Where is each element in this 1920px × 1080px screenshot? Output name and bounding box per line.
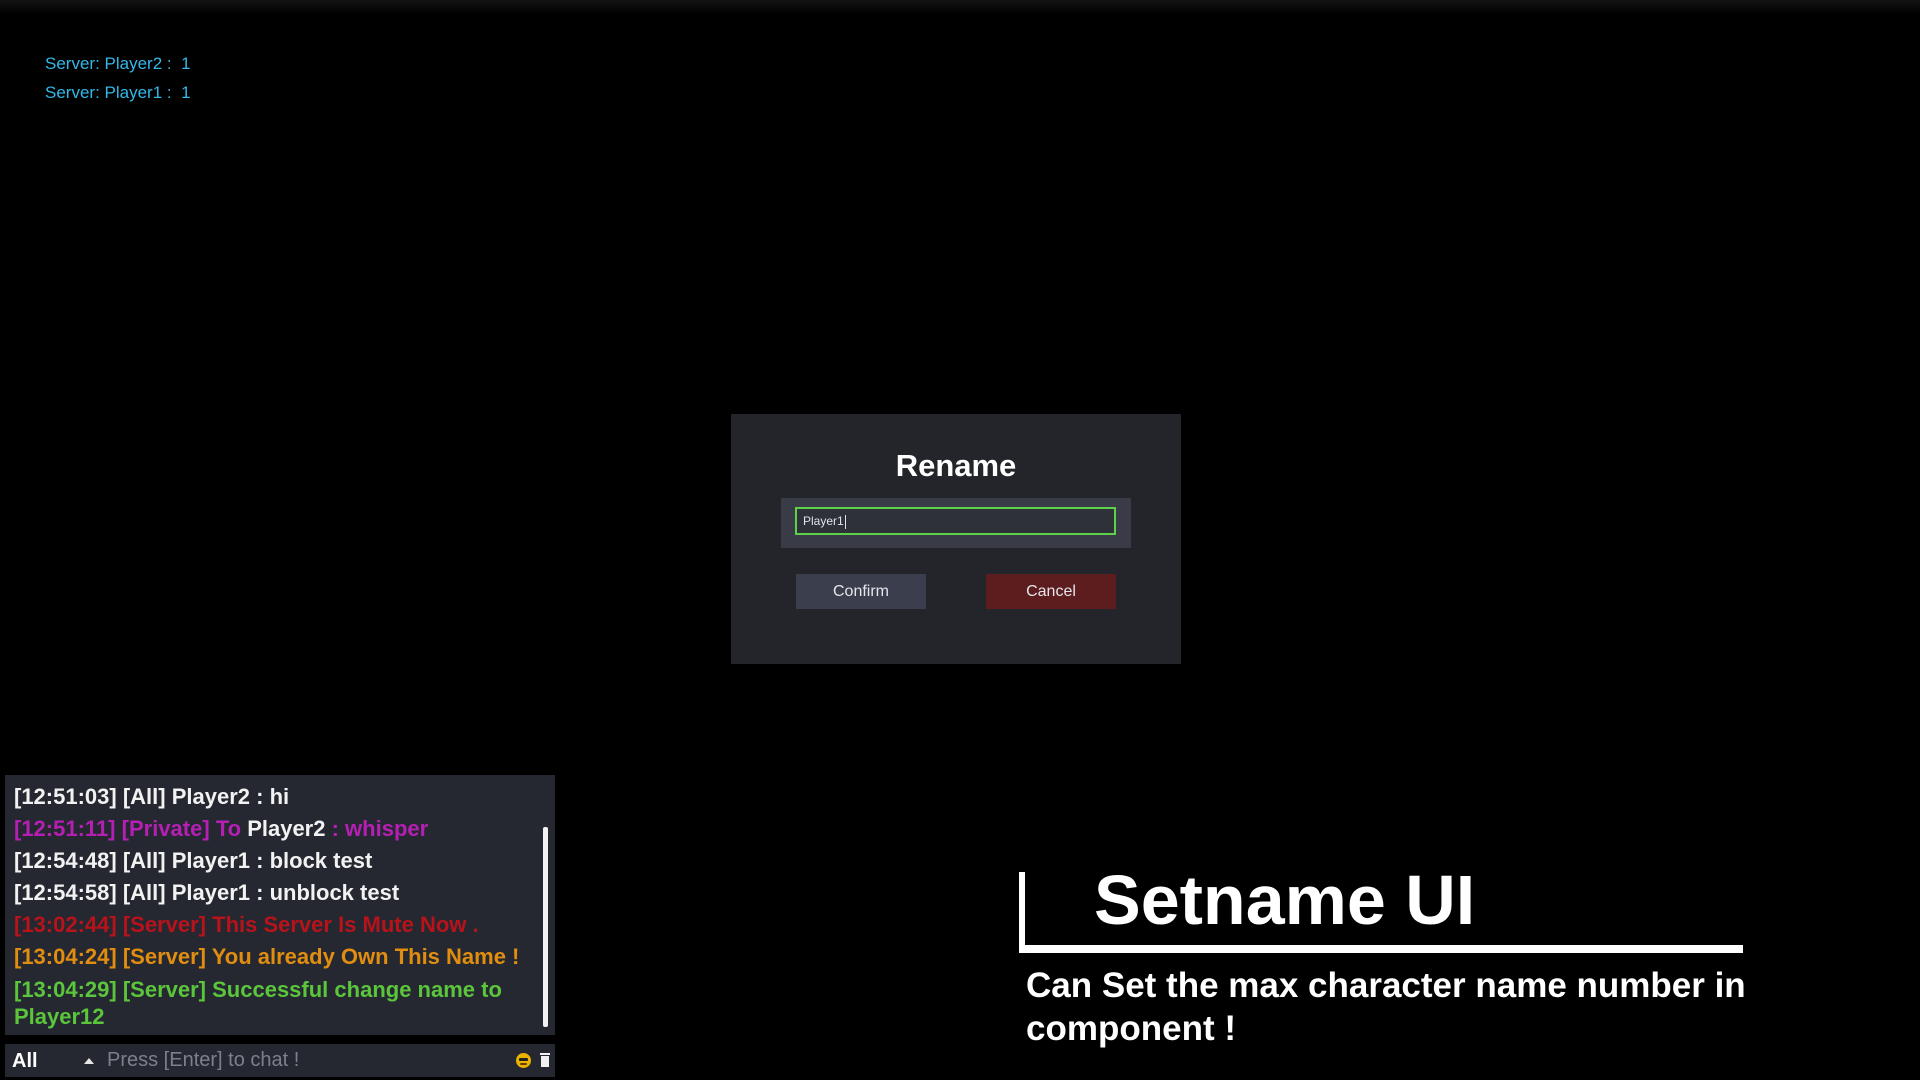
chat-input[interactable]: Press [Enter] to chat ! <box>107 1049 299 1072</box>
promo-title: Setname UI <box>1094 861 1476 939</box>
rename-dialog: Rename Player1 Confirm Cancel <box>731 414 1181 664</box>
chat-input-bar: All Press [Enter] to chat ! <box>5 1044 555 1077</box>
top-gradient <box>0 0 1920 14</box>
emoji-icon[interactable] <box>516 1053 531 1068</box>
cancel-button[interactable]: Cancel <box>986 574 1116 609</box>
chevron-up-icon[interactable] <box>84 1058 94 1064</box>
dialog-title: Rename <box>895 448 1017 483</box>
chat-panel: [12:51:03] [All] Player2 : hi [12:51:11]… <box>5 775 555 1035</box>
chat-message: [13:04:29] [Server] Successful change na… <box>14 977 502 1029</box>
channel-select[interactable]: All <box>12 1050 38 1073</box>
chat-message: [12:51:03] [All] Player2 : hi <box>14 784 290 809</box>
chat-message: [12:54:48] [All] Player1 : block test <box>14 848 373 873</box>
chat-scrollbar[interactable] <box>543 827 548 1027</box>
promo-underline <box>1019 945 1743 953</box>
chat-message: [13:02:44] [Server] This Server Is Mute … <box>14 912 479 937</box>
chat-message: [12:54:58] [All] Player1 : unblock test <box>14 880 400 905</box>
chat-recipient-name[interactable]: Player2 <box>247 816 325 841</box>
chat-message: [13:04:24] [Server] You already Own This… <box>14 944 520 969</box>
trash-icon[interactable] <box>540 1053 550 1067</box>
server-log-line: Server: Player2 : 1 <box>45 54 191 73</box>
name-input-value: Player1 <box>803 514 844 528</box>
confirm-button[interactable]: Confirm <box>796 574 926 609</box>
promo-vertical-line <box>1019 872 1025 952</box>
text-caret <box>844 514 846 529</box>
chat-message: [12:51:11] [Private] To Player2 : whispe… <box>14 816 429 841</box>
promo-subtitle: Can Set the max character name number in… <box>1026 966 1746 1048</box>
server-log: Server: Player2 : 1 Server: Player1 : 1 <box>45 53 191 111</box>
name-input-container: Player1 <box>781 498 1131 548</box>
name-input[interactable]: Player1 <box>795 507 1116 535</box>
server-log-line: Server: Player1 : 1 <box>45 83 191 102</box>
